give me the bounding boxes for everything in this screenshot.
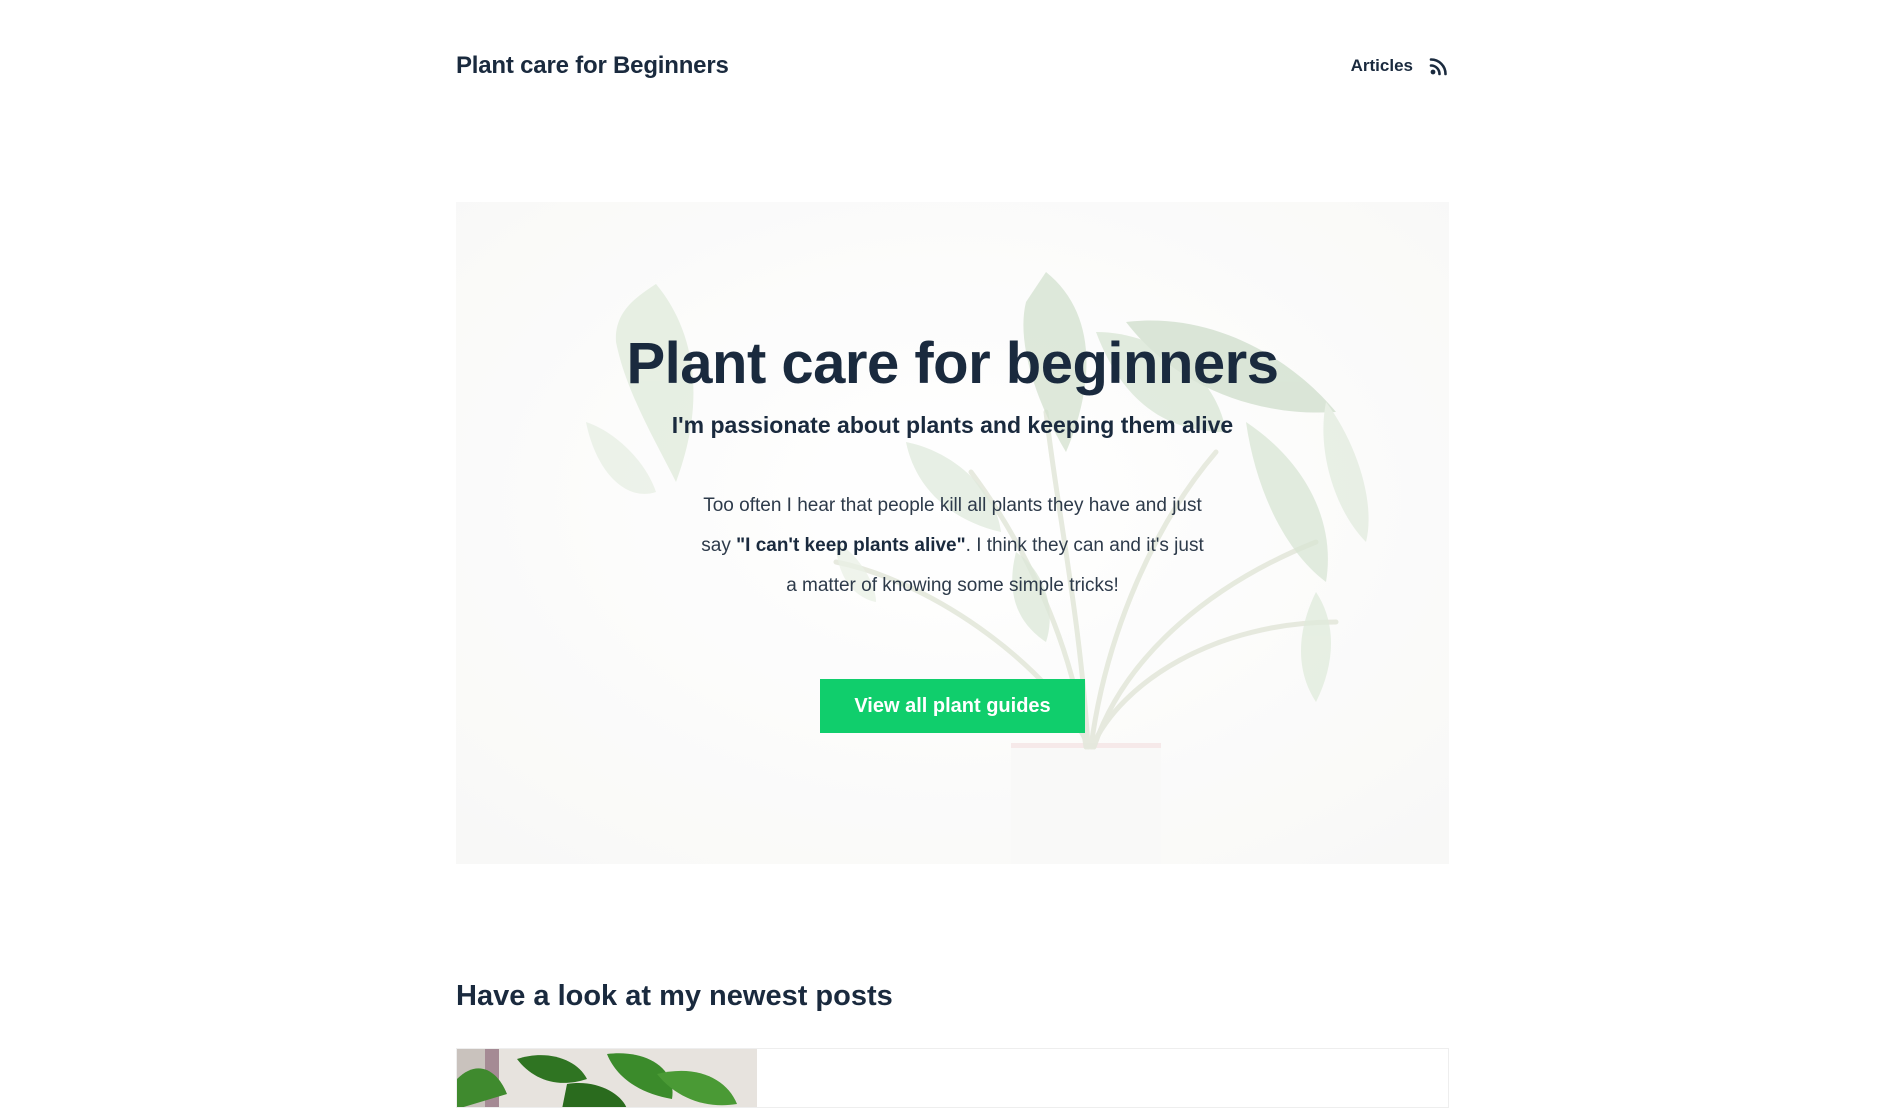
- site-title-link[interactable]: Plant care for Beginners: [456, 52, 729, 80]
- hero-content: Plant care for beginners I'm passionate …: [456, 202, 1449, 864]
- rss-feed-link[interactable]: [1429, 56, 1449, 76]
- hero-subtitle: I'm passionate about plants and keeping …: [671, 412, 1234, 438]
- view-all-plant-guides-button[interactable]: View all plant guides: [820, 679, 1085, 733]
- hero-description: Too often I hear that people kill all pl…: [701, 486, 1204, 606]
- post-card[interactable]: [456, 1048, 1449, 1108]
- nav-link-articles[interactable]: Articles: [1351, 56, 1413, 76]
- rss-icon: [1429, 58, 1447, 76]
- newest-posts-heading: Have a look at my newest posts: [456, 980, 893, 1012]
- hero-title: Plant care for beginners: [626, 331, 1279, 396]
- hero-section: Plant care for beginners I'm passionate …: [456, 202, 1449, 864]
- site-header: Plant care for Beginners Articles: [456, 46, 1449, 86]
- post-thumbnail-image: [457, 1049, 757, 1107]
- hero-description-quote: "I can't keep plants alive": [736, 535, 966, 556]
- main-nav: Articles: [1351, 56, 1449, 76]
